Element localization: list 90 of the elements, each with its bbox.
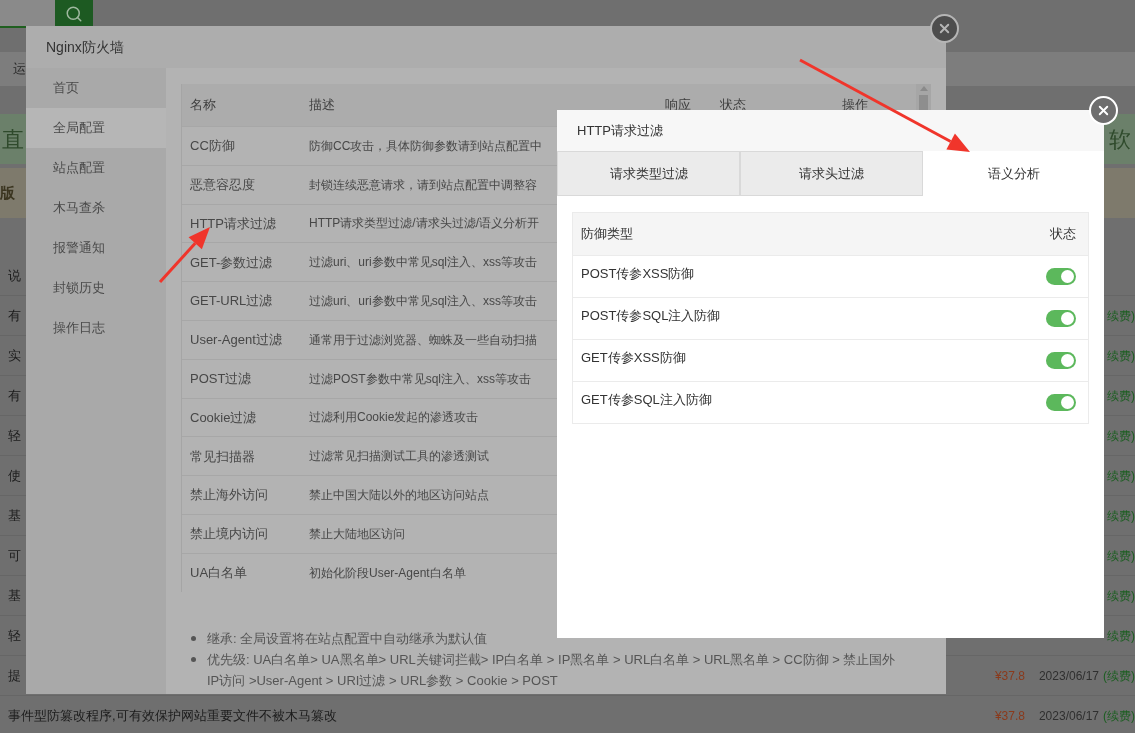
column-header: 描述 [309, 96, 335, 114]
row-text: 有 [8, 386, 21, 405]
row-text: 说 [8, 266, 21, 285]
table-cell-text: CC防御 [189, 137, 236, 156]
row-text: 事件型防篡改程序,可有效保护网站重要文件不被木马篡改 [8, 706, 337, 725]
renew-link[interactable]: 续费) [1107, 506, 1135, 525]
renew-link[interactable]: 续费) [1107, 546, 1135, 565]
tab[interactable]: 请求类型过滤 [557, 151, 740, 196]
row-text: 轻 [8, 626, 21, 645]
table-cell-text: User-Agent过滤 [189, 331, 283, 350]
table-cell-text: POST过滤 [189, 369, 253, 388]
row-text: 使 [8, 466, 21, 485]
search-field[interactable] [0, 0, 55, 28]
date-text: 2023/06/17 [1038, 667, 1099, 685]
table-cell-text: 封锁连续恶意请求，请到站点配置中调整容 [308, 176, 537, 194]
row-text: 基 [8, 586, 21, 605]
renew-link[interactable]: 续费) [1107, 306, 1135, 325]
search-icon [65, 5, 83, 23]
row-text: 有 [8, 306, 21, 325]
dialog-title: HTTP请求过滤 [577, 121, 663, 140]
renew-link[interactable]: 续费) [1107, 466, 1135, 485]
sidebar-item[interactable]: 操作日志 [26, 308, 166, 348]
table-cell-text: 过滤利用Cookie发起的渗透攻击 [308, 409, 479, 427]
table-cell-text: POST传参SQL注入防御 [581, 306, 721, 325]
close-icon [1096, 103, 1111, 118]
table-cell-text: GET传参SQL注入防御 [581, 390, 712, 409]
search-button[interactable] [55, 0, 93, 28]
column-header: 名称 [190, 96, 216, 114]
close-button[interactable] [930, 14, 959, 43]
row-text: 基 [8, 506, 21, 525]
renew-link[interactable]: 续费) [1107, 626, 1135, 645]
tab[interactable]: 请求头过滤 [740, 151, 923, 196]
toggle-switch[interactable] [1046, 310, 1076, 327]
renew-link[interactable]: 续费) [1107, 386, 1135, 405]
table-cell-text: 过滤uri、uri参数中常见sql注入、xss等攻击 [308, 254, 537, 272]
row-text: 提 [8, 666, 21, 685]
banner-text: 直 [2, 125, 24, 154]
renew-link[interactable]: (续费) [1103, 706, 1135, 725]
window-title: Nginx防火墙 [46, 37, 124, 57]
sidebar-item[interactable]: 报警通知 [26, 228, 166, 268]
sidebar-item[interactable]: 封锁历史 [26, 268, 166, 308]
column-header: 响应 [665, 96, 691, 114]
date-text: 2023/06/17 [1038, 707, 1099, 725]
table-cell-text: Cookie过滤 [189, 408, 258, 427]
table-cell-text: 恶意容忍度 [189, 175, 256, 194]
toggle-switch[interactable] [1046, 394, 1076, 411]
promo-text: 版 [0, 182, 15, 203]
table-cell-text: 防御CC攻击，具体防御参数请到站点配置中 [308, 137, 543, 155]
bullet-icon [191, 656, 196, 662]
toggle-switch[interactable] [1046, 268, 1076, 285]
table-cell-text: 过滤POST参数中常见sql注入、xss等攻击 [308, 370, 531, 388]
table-cell-text: GET传参XSS防御 [581, 348, 686, 367]
table-cell-text: 禁止境内访问 [189, 525, 269, 544]
sidebar-item[interactable]: 首页 [26, 68, 166, 108]
renew-link[interactable]: (续费) [1103, 666, 1135, 685]
table-cell-text: 常见扫描器 [189, 447, 256, 466]
row-text: 轻 [8, 426, 21, 445]
table-cell-text: HTTP请求过滤 [189, 214, 277, 233]
row-text: 可 [8, 546, 21, 565]
close-icon [937, 21, 952, 36]
table-cell-text: GET-参数过滤 [189, 253, 274, 272]
table-cell-text: 通常用于过滤浏览器、蜘蛛及一些自动扫描 [308, 331, 537, 349]
sidebar-item[interactable]: 全局配置 [26, 108, 166, 148]
table-cell-text: POST传参XSS防御 [581, 264, 695, 283]
table-cell-text: 过滤uri、uri参数中常见sql注入、xss等攻击 [308, 293, 537, 311]
banner-text: 软 [1109, 125, 1131, 154]
price-text: ¥37.8 [994, 667, 1025, 685]
table-cell-text: UA白名单 [189, 563, 249, 582]
table-cell-text: 初始化阶段User-Agent白名单 [308, 564, 466, 582]
table-cell-text: 过滤常见扫描测试工具的渗透测试 [308, 448, 489, 466]
sidebar-item[interactable]: 站点配置 [26, 148, 166, 188]
table-cell-text: 禁止大陆地区访问 [308, 525, 405, 543]
table-cell-text: 禁止中国大陆以外的地区访问站点 [308, 487, 489, 505]
column-header: 操作 [842, 96, 868, 114]
sidebar-item[interactable]: 木马查杀 [26, 188, 166, 228]
table-cell-text: 禁止海外访问 [189, 486, 269, 505]
renew-link[interactable]: 续费) [1107, 586, 1135, 605]
toggle-switch[interactable] [1046, 352, 1076, 369]
renew-link[interactable]: 续费) [1107, 426, 1135, 445]
column-header: 状态 [1050, 225, 1076, 244]
column-header: 防御类型 [581, 225, 633, 244]
renew-link[interactable]: 续费) [1107, 346, 1135, 365]
note-text: 继承: 全局设置将在站点配置中自动继承为默认值 [207, 629, 489, 648]
note-text: 优先级: UA白名单> UA黑名单> URL关键词拦截> IP白名单 > IP黑名单 > URL白名单 > URL黑名单 > CC防御 > 禁止国外IP访问 >User-Agent > URI过滤 > URL参数 > Cookie > POST [207, 650, 897, 690]
table-cell-text: HTTP请求类型过滤/请求头过滤/语义分析开 [308, 215, 539, 233]
bullet-icon [191, 635, 196, 641]
nav-text: 运 [13, 60, 26, 79]
table-cell-text: GET-URL过滤 [189, 292, 274, 311]
row-text: 实 [8, 346, 21, 365]
price-text: ¥37.8 [994, 707, 1025, 725]
